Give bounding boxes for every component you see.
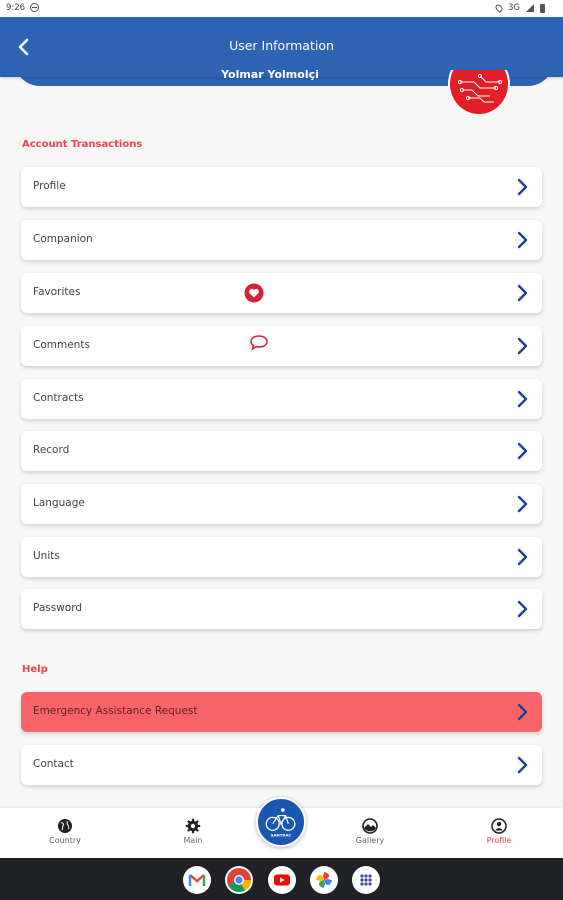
youtube-icon [274,874,290,886]
nav-item-profile[interactable]: Profile [469,818,529,845]
app-grid-icon [360,874,372,886]
chevron-right-icon [517,756,528,774]
chrome-app-icon[interactable] [225,866,253,894]
gmail-icon [188,874,206,886]
nav-item-main[interactable]: Main [163,818,223,845]
network-type: 3G [508,3,520,13]
account-section-title: Account Transactions [22,139,143,150]
menu-item-language[interactable]: Language [21,484,542,524]
chevron-right-icon [517,548,528,566]
menu-item-emergency-assistance[interactable]: Emergency Assistance Request [21,692,542,732]
menu-item-label: Companion [33,233,93,245]
comment-bubble-icon [250,335,268,351]
menu-item-companion[interactable]: Companion [21,220,542,260]
menu-item-label: Record [33,444,70,456]
user-name: Yolmar Yolmolçi [221,68,319,81]
menu-item-label: Contact [33,758,74,770]
menu-item-contact[interactable]: Contact [21,745,542,785]
menu-item-units[interactable]: Units [21,537,542,577]
system-dock [0,858,563,900]
youtube-app-icon[interactable] [268,866,296,894]
menu-item-profile[interactable]: Profile [21,167,542,207]
do-not-disturb-icon [30,3,39,12]
photos-icon [316,872,332,888]
menu-item-favorites[interactable]: Favorites [21,273,542,313]
circuit-logo-icon [457,73,503,103]
chevron-right-icon [517,231,528,249]
status-bar: 9:26 3G [0,0,563,17]
chevron-right-icon [517,337,528,355]
menu-item-label: Language [33,497,85,509]
menu-item-label: Emergency Assistance Request [33,705,198,717]
signal-icon [526,4,534,12]
app-screen: 9:26 3G User Information Yolmar Yolmolçi [0,0,563,900]
menu-item-label: Units [33,550,60,562]
gallery-icon [362,818,378,834]
menu-item-label: Favorites [33,286,81,298]
center-home-button[interactable]: SANTRAC [256,797,306,847]
page-title: User Information [229,38,334,53]
menu-item-password[interactable]: Password [21,589,542,629]
nav-item-country[interactable]: Country [35,818,95,845]
cog-icon [185,818,201,834]
location-icon [494,3,504,13]
nav-item-label: Gallery [355,836,385,845]
app-drawer-button[interactable] [352,866,380,894]
chevron-right-icon [517,703,528,721]
chevron-right-icon [517,284,528,302]
person-icon [491,818,507,834]
menu-item-label: Profile [33,180,66,192]
heart-icon [244,283,264,303]
avatar[interactable] [445,70,511,118]
menu-item-comments[interactable]: Comments [21,326,542,366]
avatar-image [448,70,510,116]
help-section-title: Help [22,664,48,675]
chevron-right-icon [517,600,528,618]
battery-icon [540,3,545,13]
nav-item-label: Profile [486,836,512,845]
nav-item-label: Country [49,836,81,845]
chevron-right-icon [517,178,528,196]
chevron-right-icon [517,442,528,460]
chrome-icon [227,868,251,893]
photos-app-icon[interactable] [310,866,338,894]
bicycle-logo-icon: SANTRAC [265,808,296,838]
menu-item-label: Contracts [33,392,84,404]
gmail-app-icon[interactable] [183,866,211,894]
menu-item-label: Comments [33,339,90,351]
menu-item-contracts[interactable]: Contracts [21,379,542,419]
nav-item-gallery[interactable]: Gallery [340,818,400,845]
status-time: 9:26 [6,3,26,13]
globe-icon [58,819,72,833]
chevron-right-icon [517,495,528,513]
chevron-right-icon [517,390,528,408]
logo-text: SANTRAC [271,833,292,838]
menu-item-label: Password [33,602,83,614]
menu-item-record[interactable]: Record [21,431,542,471]
nav-item-label: Main [183,836,203,845]
